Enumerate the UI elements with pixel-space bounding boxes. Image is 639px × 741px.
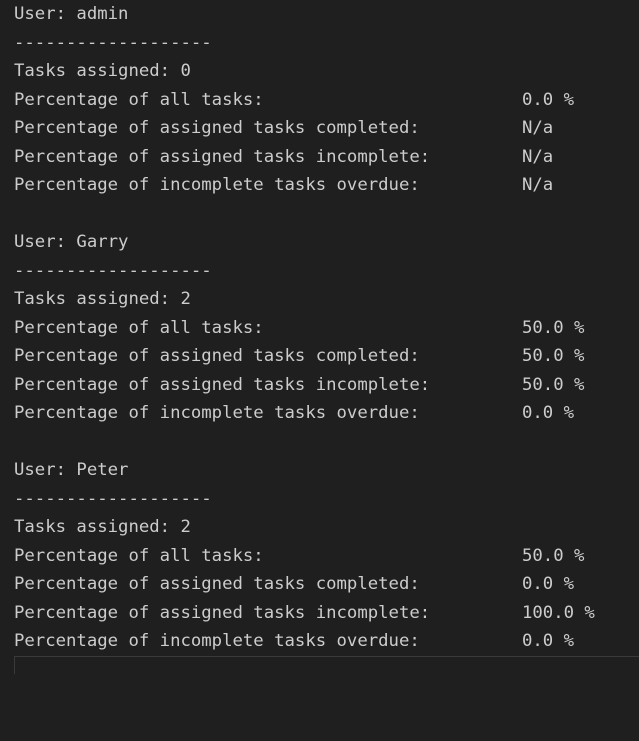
stat-value: N/a: [522, 118, 554, 138]
stat-value: 50.0 %: [522, 545, 585, 566]
stat-row: Percentage of assigned tasks incomplete:…: [14, 599, 634, 628]
stat-row: Percentage of all tasks: 50.0 %: [14, 314, 634, 343]
stat-label: Percentage of incomplete tasks overdue:: [14, 403, 420, 423]
stat-label: Percentage of all tasks:: [14, 89, 264, 110]
stat-label: Percentage of assigned tasks incomplete:: [14, 374, 431, 395]
stat-row: Percentage of assigned tasks incomplete:…: [14, 371, 634, 400]
stat-label: Percentage of assigned tasks completed:: [14, 346, 420, 366]
stat-row: Percentage of incomplete tasks overdue: …: [14, 171, 634, 200]
stat-row: Percentage of all tasks: 0.0 %: [14, 86, 634, 115]
stat-label: Percentage of assigned tasks completed:: [14, 574, 420, 594]
stat-value: 50.0 %: [522, 346, 585, 366]
stat-value: 0.0 %: [522, 403, 575, 423]
user-block-peter: User: Peter ------------------- Tasks as…: [14, 456, 634, 656]
stat-label: Percentage of assigned tasks incomplete:: [14, 146, 431, 167]
tasks-assigned: Tasks assigned: 2: [14, 517, 191, 537]
stat-value: 0.0 %: [522, 631, 575, 651]
stat-label: Percentage of incomplete tasks overdue:: [14, 631, 420, 651]
stat-row: Percentage of assigned tasks completed: …: [14, 114, 634, 143]
stat-value: 0.0 %: [522, 574, 575, 594]
stat-value: 0.0 %: [522, 89, 575, 110]
user-block-admin: User: admin ------------------- Tasks as…: [14, 0, 634, 200]
stat-value: 50.0 %: [522, 317, 585, 338]
stat-row: Percentage of incomplete tasks overdue: …: [14, 399, 634, 428]
user-header: User: admin: [14, 4, 129, 24]
divider: -------------------: [14, 260, 212, 281]
user-header: User: Garry: [14, 232, 129, 252]
stat-value: N/a: [522, 175, 554, 195]
stat-value: 50.0 %: [522, 374, 585, 395]
stat-value: 100.0 %: [522, 602, 595, 623]
tasks-assigned: Tasks assigned: 0: [14, 61, 191, 81]
terminal-output: User: admin ------------------- Tasks as…: [14, 0, 634, 656]
stat-row: Percentage of assigned tasks completed: …: [14, 570, 634, 599]
divider: -------------------: [14, 32, 212, 53]
stat-label: Percentage of all tasks:: [14, 545, 264, 566]
stat-row: Percentage of all tasks: 50.0 %: [14, 542, 634, 571]
stat-label: Percentage of assigned tasks incomplete:: [14, 602, 431, 623]
stat-label: Percentage of assigned tasks completed:: [14, 118, 420, 138]
stat-label: Percentage of incomplete tasks overdue:: [14, 175, 420, 195]
terminal-input-area[interactable]: [14, 656, 639, 674]
divider: -------------------: [14, 488, 212, 509]
stat-row: Percentage of assigned tasks incomplete:…: [14, 143, 634, 172]
stat-row: Percentage of assigned tasks completed: …: [14, 342, 634, 371]
user-block-garry: User: Garry ------------------- Tasks as…: [14, 228, 634, 428]
stat-row: Percentage of incomplete tasks overdue: …: [14, 627, 634, 656]
stat-value: N/a: [522, 146, 554, 167]
tasks-assigned: Tasks assigned: 2: [14, 289, 191, 309]
user-header: User: Peter: [14, 460, 129, 480]
stat-label: Percentage of all tasks:: [14, 317, 264, 338]
